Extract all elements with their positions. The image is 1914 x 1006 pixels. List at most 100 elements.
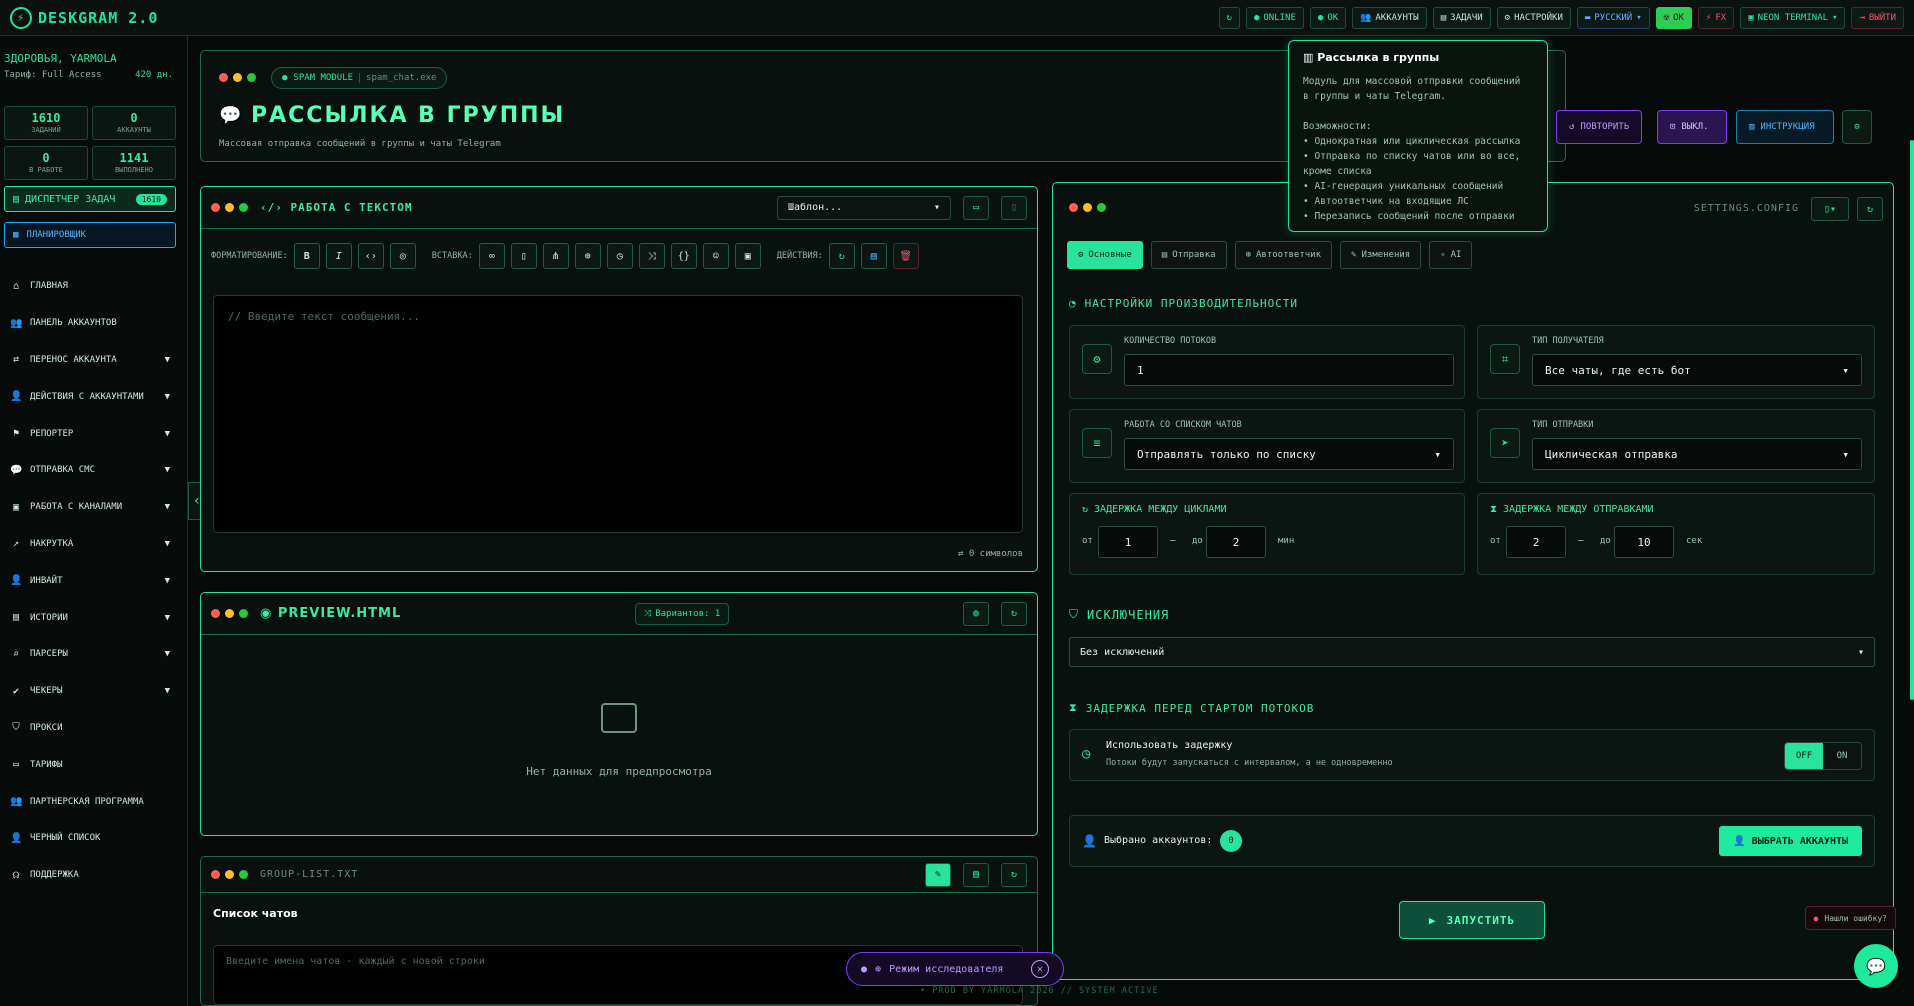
sidebar-item-label: ДЕЙСТВИЯ С АККАУНТАМИ xyxy=(30,391,144,402)
transfer-icon: ⇄ xyxy=(12,354,20,366)
module-settings-button[interactable]: ⚙ xyxy=(1842,110,1872,144)
sidebar-item[interactable]: ↗ НАКРУТКА ▼ xyxy=(10,526,170,563)
report-bug-button[interactable]: ● Нашли ошибку? xyxy=(1804,906,1896,930)
pick-accounts-button[interactable]: 👤 ВЫБРАТЬ АККАУНТЫ xyxy=(1719,826,1862,856)
sidebar-item[interactable]: 👥 ПАНЕЛЬ АККАУНТОВ xyxy=(10,305,170,342)
insert-emoji-button[interactable]: ☺ xyxy=(702,243,729,269)
tariff-days: 420 дн. xyxy=(135,70,173,80)
sidebar-item[interactable]: 👥 ПАРТНЕРСКАЯ ПРОГРАММА xyxy=(10,783,170,820)
sidebar-item[interactable]: ☊ ПОДДЕРЖКА xyxy=(10,857,170,894)
tab-sending[interactable]: ▤ Отправка xyxy=(1150,241,1227,269)
sendtype-select[interactable]: Циклическая отправка ▾ xyxy=(1532,438,1862,470)
sidebar-item[interactable]: ▣ РАБОТА С КАНАЛАМИ ▼ xyxy=(10,489,170,526)
sidebar-item[interactable]: 👤 ДЕЙСТВИЯ С АККАУНТАМИ ▼ xyxy=(10,378,170,415)
sidebar-item[interactable]: ⚑ РЕПОРТЕР ▼ xyxy=(10,415,170,452)
fx-button[interactable]: ⚡ FX xyxy=(1697,6,1735,29)
research-mode-pill[interactable]: ● ⊕ Режим исследователя ✕ xyxy=(846,952,1064,986)
clipboard-icon: ▤ xyxy=(13,193,20,205)
group-list-refresh-button[interactable]: ↻ xyxy=(1001,862,1027,887)
code-button[interactable]: ‹› xyxy=(357,243,384,269)
tab-ai[interactable]: ✧ AI xyxy=(1429,241,1473,269)
planner-button[interactable]: ▦ ПЛАНИРОВЩИК xyxy=(4,222,176,248)
cycle-to-input[interactable]: 2 xyxy=(1206,526,1266,558)
save-text-button[interactable]: ▤ xyxy=(860,243,887,269)
sidebar-item[interactable]: ⛉ ПРОКСИ xyxy=(10,710,170,747)
send-to-input[interactable]: 10 xyxy=(1614,526,1674,558)
from-label: от xyxy=(1490,536,1501,546)
settings-bookmark-button[interactable]: ▯▾ xyxy=(1811,197,1849,221)
theme-select[interactable]: ▣ NEON TERMINAL ▾ xyxy=(1740,6,1846,29)
cycle-unit: мин xyxy=(1278,536,1295,546)
sidebar-item[interactable]: ⇄ ПЕРЕНОС АККАУНТА ▼ xyxy=(10,342,170,379)
page-scrollbar[interactable] xyxy=(1910,140,1914,700)
language-select[interactable]: ▬ РУССКИЙ ▾ xyxy=(1576,6,1650,29)
settings-button[interactable]: ⚙ НАСТРОЙКИ xyxy=(1496,6,1571,29)
preview-refresh-button[interactable]: ↻ xyxy=(1001,601,1027,626)
sidebar-item[interactable]: ▤ ИСТОРИИ ▼ xyxy=(10,599,170,636)
top-bar: ⚡ DESKGRAM 2.0 ↻ ● ONLINE ● OK 👥 АККАУНТЫ ▤… xyxy=(0,0,1914,36)
variants-badge[interactable]: ⤨ Вариантов: 1 xyxy=(635,602,730,625)
sidebar-item[interactable]: ⌂ ГЛАВНАЯ xyxy=(10,268,170,305)
tab-autoreply-label: Автоответчик xyxy=(1255,250,1322,260)
tooltip-line: • Однократная или циклическая рассылка xyxy=(1303,136,1521,147)
status-ok-button[interactable]: ☢ OK xyxy=(1655,6,1692,29)
tab-autoreply[interactable]: ⊕ Автоответчик xyxy=(1234,241,1333,269)
sidebar-item[interactable]: ▭ ТАРИФЫ xyxy=(10,746,170,783)
chatlist-select[interactable]: Отправлять только по списку ▾ xyxy=(1124,438,1454,470)
sidebar-item-label: ГЛАВНАЯ xyxy=(30,281,68,292)
insert-share-button[interactable]: ⋔ xyxy=(542,243,569,269)
insert-file-button[interactable]: ▯ xyxy=(510,243,537,269)
open-template-button[interactable]: ▭ xyxy=(963,195,989,220)
stat-tasks: 1610 ЗАДАНИЙ xyxy=(4,106,88,140)
blacklist-icon: 👤 xyxy=(10,832,23,844)
template-select[interactable]: Шаблон... ▾ xyxy=(777,195,951,220)
save-template-button[interactable]: ▯ xyxy=(1001,195,1027,220)
sidebar-item[interactable]: 👤 ИНВАЙТ ▼ xyxy=(10,562,170,599)
insert-time-button[interactable]: ◷ xyxy=(606,243,633,269)
sidebar-item[interactable]: ⌕ ПАРСЕРЫ ▼ xyxy=(10,636,170,673)
threads-label: КОЛИЧЕСТВО ПОТОКОВ xyxy=(1124,336,1217,346)
instruction-button[interactable]: ▥ ИНСТРУКЦИЯ xyxy=(1736,110,1834,144)
group-list-placeholder: Введите имена чатов - каждый с новой стр… xyxy=(226,956,485,967)
sidebar-item[interactable]: ✔ ЧЕКЕРЫ ▼ xyxy=(10,673,170,710)
close-icon[interactable]: ✕ xyxy=(1031,960,1049,978)
use-delay-toggle[interactable]: OFF ON xyxy=(1784,742,1862,770)
insert-bot-button[interactable]: ⊕ xyxy=(574,243,601,269)
launch-button[interactable]: ▶ ЗАПУСТИТЬ xyxy=(1399,901,1545,939)
support-chat-button[interactable]: 💬 xyxy=(1854,944,1898,988)
logout-button[interactable]: ⇥ ВЫЙТИ xyxy=(1851,6,1904,29)
refresh-text-button[interactable]: ↻ xyxy=(828,243,855,269)
task-dispatcher-button[interactable]: ▤ ДИСПЕТЧЕР ЗАДАЧ 1610 xyxy=(4,186,176,212)
insert-variable-button[interactable]: {} xyxy=(670,243,697,269)
tab-changes[interactable]: ✎ Изменения xyxy=(1340,241,1422,269)
italic-button[interactable]: I xyxy=(325,243,352,269)
delete-text-button[interactable]: 🗑 xyxy=(892,243,919,269)
gear-icon: ⚙ xyxy=(1854,122,1860,132)
send-from-input[interactable]: 2 xyxy=(1506,526,1566,558)
toggle-module-button[interactable]: ⊡ ВЫКЛ. xyxy=(1657,110,1727,144)
recipient-select[interactable]: Все чаты, где есть бот ▾ xyxy=(1532,354,1862,386)
preview-palette-button[interactable]: ◍ xyxy=(963,601,989,626)
refresh-button[interactable]: ↻ xyxy=(1218,6,1240,29)
bold-button[interactable]: B xyxy=(293,243,320,269)
group-list-import-button[interactable]: ▤ xyxy=(963,862,989,887)
app-logo[interactable]: ⚡ DESKGRAM 2.0 xyxy=(10,6,158,29)
spoiler-button[interactable]: ◎ xyxy=(389,243,416,269)
settings-reset-button[interactable]: ↻ xyxy=(1857,197,1883,221)
group-list-edit-button[interactable]: ✎ xyxy=(925,862,951,887)
sidebar-item[interactable]: 👤 ЧЕРНЫЙ СПИСОК xyxy=(10,820,170,857)
repeat-button[interactable]: ↺ ПОВТОРИТЬ xyxy=(1556,110,1643,144)
threads-input[interactable]: 1 xyxy=(1124,354,1454,386)
toggle-on-option[interactable]: ON xyxy=(1823,743,1861,769)
insert-image-button[interactable]: ▣ xyxy=(734,243,761,269)
tasks-button[interactable]: ▤ ЗАДАЧИ xyxy=(1432,6,1491,29)
insert-random-button[interactable]: ⤨ xyxy=(638,243,665,269)
tab-basic[interactable]: ⚙ Основные xyxy=(1067,241,1143,269)
sidebar-item[interactable]: 💬 ОТПРАВКА СМС ▼ xyxy=(10,452,170,489)
accounts-button[interactable]: 👥 АККАУНТЫ xyxy=(1352,6,1427,29)
cycle-from-input[interactable]: 1 xyxy=(1098,526,1158,558)
toggle-off-option[interactable]: OFF xyxy=(1785,743,1823,769)
message-textarea[interactable]: // Введите текст сообщения... xyxy=(213,295,1023,533)
exclusions-select[interactable]: Без исключений ▾ xyxy=(1069,637,1875,667)
insert-link-button[interactable]: ∞ xyxy=(478,243,505,269)
